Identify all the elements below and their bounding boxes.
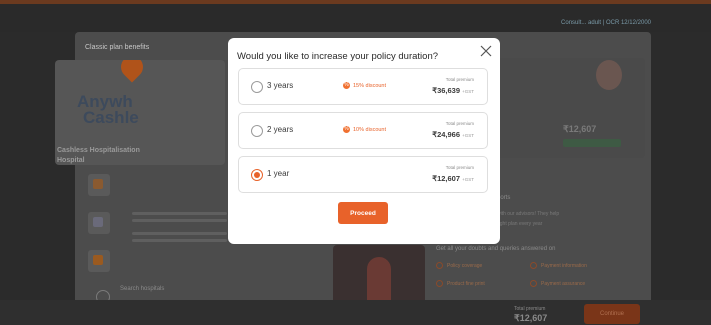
- banner-text: Cashle: [83, 108, 139, 127]
- advisor-avatar: [596, 60, 622, 90]
- option-label: 1 year: [267, 169, 290, 178]
- continue-button[interactable]: Continue: [584, 304, 640, 324]
- page-title: Classic plan benefits: [85, 44, 150, 51]
- location-pin-icon: [116, 60, 148, 83]
- proceed-button[interactable]: Proceed: [338, 202, 388, 224]
- benefit-thumb[interactable]: [88, 174, 110, 196]
- duration-option-3-years[interactable]: 3 years % 15% discount Total premium ₹36,…: [238, 68, 488, 105]
- total-premium-label: Total premium: [445, 77, 474, 82]
- modal-title: Would you like to increase your policy d…: [237, 51, 439, 62]
- chip-payment-assurance[interactable]: Payment assurance: [530, 280, 585, 287]
- summary-badge: [563, 139, 621, 147]
- blurred-text: [132, 212, 227, 215]
- discount-icon: %: [343, 126, 350, 133]
- chip-fine-print[interactable]: Product fine print: [436, 280, 485, 287]
- support-line: with our advisors! They help: [497, 211, 560, 217]
- close-icon[interactable]: [480, 44, 492, 57]
- policy-duration-modal: Would you like to increase your policy d…: [228, 38, 500, 244]
- chip-payment-info[interactable]: Payment information: [530, 262, 587, 269]
- option-amount: ₹12,607 +GST: [432, 174, 474, 183]
- top-bar: Consult... adult | OCR 12/12/2000: [0, 0, 711, 32]
- radio-button-selected[interactable]: [251, 169, 263, 181]
- bottom-bar: Total premium ₹12,607 Continue: [0, 300, 711, 325]
- summary-price: ₹12,607: [563, 124, 597, 134]
- blurred-text: [132, 239, 227, 242]
- cashless-title: Cashless Hospitalisation Hospital: [57, 147, 140, 164]
- radio-button[interactable]: [251, 125, 263, 137]
- blurred-text: [132, 232, 227, 235]
- discount-badge: % 10% discount: [343, 126, 387, 133]
- chip-icon: [530, 280, 537, 287]
- bottom-premium-amount: ₹12,607: [514, 313, 548, 323]
- blurred-text: [132, 219, 227, 222]
- benefit-thumb[interactable]: [88, 250, 110, 272]
- total-premium-label: Total premium: [445, 165, 474, 170]
- chip-policy-coverage[interactable]: Policy coverage: [436, 262, 482, 269]
- radio-button[interactable]: [251, 81, 263, 93]
- duration-option-2-years[interactable]: 2 years % 10% discount Total premium ₹24,…: [238, 112, 488, 149]
- bottom-premium-label: Total premium: [514, 306, 546, 312]
- total-premium-label: Total premium: [445, 121, 474, 126]
- option-amount: ₹24,966 +GST: [432, 130, 474, 139]
- support-line: right plan every year: [497, 221, 543, 227]
- chip-icon: [436, 280, 443, 287]
- chip-icon: [530, 262, 537, 269]
- duration-option-1-year[interactable]: 1 year Total premium ₹12,607 +GST: [238, 156, 488, 193]
- benefit-thumb[interactable]: [88, 212, 110, 234]
- option-amount: ₹36,639 +GST: [432, 86, 474, 95]
- queries-heading: Get all your doubts and queries answered…: [436, 246, 556, 252]
- chip-icon: [436, 262, 443, 269]
- discount-icon: %: [343, 82, 350, 89]
- discount-badge: % 15% discount: [343, 82, 387, 89]
- option-label: 3 years: [267, 81, 294, 90]
- search-hospitals-label: Search hospitals: [120, 286, 165, 292]
- topbar-info: Consult... adult | OCR 12/12/2000: [561, 20, 651, 26]
- option-label: 2 years: [267, 125, 294, 134]
